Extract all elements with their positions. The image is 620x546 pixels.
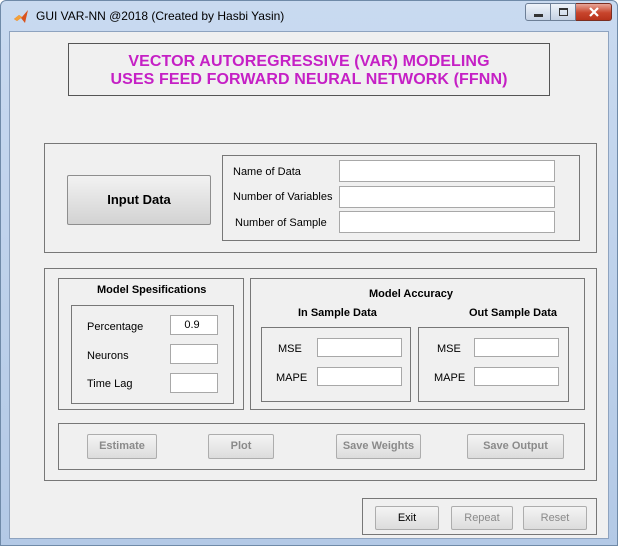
repeat-button[interactable]: Repeat — [451, 506, 513, 530]
estimate-button[interactable]: Estimate — [87, 434, 157, 459]
in-sample-mape-field[interactable] — [317, 367, 402, 386]
reset-button[interactable]: Reset — [523, 506, 587, 530]
out-sample-mse-field[interactable] — [474, 338, 559, 357]
name-of-data-label: Name of Data — [233, 166, 301, 178]
actions-group: Estimate Plot Save Weights Save Output — [58, 423, 585, 470]
number-of-sample-label: Number of Sample — [235, 217, 327, 229]
number-of-variables-label: Number of Variables — [233, 191, 333, 203]
name-of-data-field[interactable] — [339, 160, 555, 182]
neurons-label: Neurons — [87, 350, 129, 362]
model-accuracy-title: Model Accuracy — [369, 288, 453, 300]
save-output-button[interactable]: Save Output — [467, 434, 564, 459]
save-weights-button[interactable]: Save Weights — [336, 434, 421, 459]
in-sample-mse-field[interactable] — [317, 338, 402, 357]
figure-client-area: VECTOR AUTOREGRESSIVE (VAR) MODELING USE… — [9, 31, 609, 539]
time-lag-field[interactable] — [170, 373, 218, 393]
model-spesifications-group: Model Spesifications Percentage 0.9 Neur… — [58, 278, 244, 410]
data-info-group: Name of Data Number of Variables Number … — [222, 155, 580, 241]
out-sample-title: Out Sample Data — [469, 307, 558, 319]
heading-line-1: VECTOR AUTOREGRESSIVE (VAR) MODELING — [128, 53, 490, 70]
matlab-icon — [14, 10, 28, 23]
in-sample-mse-label: MSE — [278, 343, 302, 355]
out-sample-group: MSE MAPE — [418, 327, 569, 402]
neurons-field[interactable] — [170, 344, 218, 364]
model-spesifications-title: Model Spesifications — [97, 284, 207, 296]
number-of-variables-field[interactable] — [339, 186, 555, 208]
in-sample-mape-label: MAPE — [276, 372, 308, 384]
input-data-button[interactable]: Input Data — [67, 175, 211, 225]
out-sample-mape-field[interactable] — [474, 367, 559, 386]
in-sample-title: In Sample Data — [298, 307, 377, 319]
model-panel: Model Spesifications Percentage 0.9 Neur… — [44, 268, 597, 481]
model-spesifications-fields: Percentage 0.9 Neurons Time Lag — [71, 305, 234, 404]
app-window: GUI VAR-NN @2018 (Created by Hasbi Yasin… — [0, 0, 618, 546]
percentage-field[interactable]: 0.9 — [170, 315, 218, 335]
minimize-button[interactable] — [525, 3, 551, 21]
model-accuracy-group: Model Accuracy In Sample Data Out Sample… — [250, 278, 585, 410]
app-heading: VECTOR AUTOREGRESSIVE (VAR) MODELING USE… — [68, 43, 550, 96]
maximize-icon — [559, 8, 568, 16]
heading-line-2: USES FEED FORWARD NEURAL NETWORK (FFNN) — [110, 71, 508, 88]
in-sample-group: MSE MAPE — [261, 327, 411, 402]
number-of-sample-field[interactable] — [339, 211, 555, 233]
plot-button[interactable]: Plot — [208, 434, 274, 459]
time-lag-label: Time Lag — [87, 378, 133, 390]
bottom-buttons-group: Exit Repeat Reset — [362, 498, 597, 535]
close-icon — [589, 7, 599, 17]
out-sample-mape-label: MAPE — [434, 372, 466, 384]
window-title: GUI VAR-NN @2018 (Created by Hasbi Yasin… — [36, 9, 285, 23]
maximize-button[interactable] — [551, 3, 576, 21]
percentage-label: Percentage — [87, 321, 144, 333]
title-bar[interactable]: GUI VAR-NN @2018 (Created by Hasbi Yasin… — [1, 1, 617, 31]
close-button[interactable] — [576, 3, 612, 21]
minimize-icon — [534, 14, 543, 17]
input-data-panel: Input Data Name of Data Number of Variab… — [44, 143, 597, 253]
out-sample-mse-label: MSE — [437, 343, 461, 355]
exit-button[interactable]: Exit — [375, 506, 439, 530]
